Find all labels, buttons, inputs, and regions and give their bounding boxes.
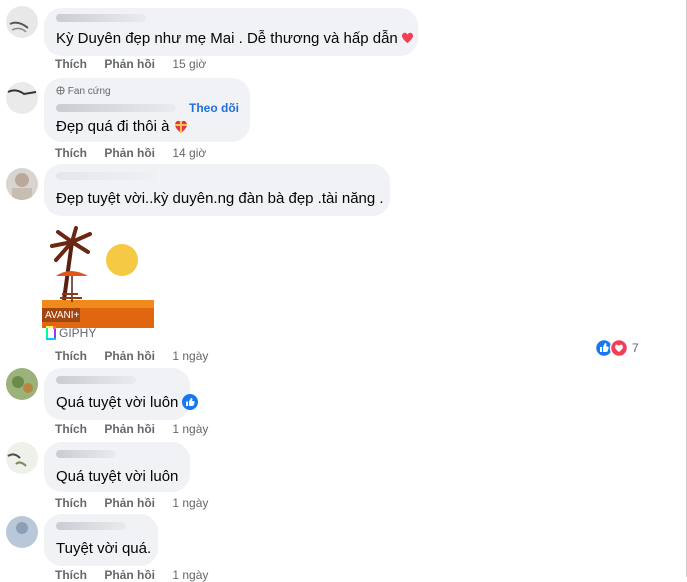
like-button[interactable]: Thích [55,568,87,582]
comment-actions: Thích Phản hồi 1 ngày [55,496,208,510]
author-name-redacted[interactable] [56,172,156,180]
comment-actions: Thích Phản hồi 14 giờ [55,146,206,160]
top-fan-badge: Fan cứng [67,86,111,97]
author-name-redacted[interactable] [56,376,136,384]
reply-button[interactable]: Phản hồi [104,57,155,71]
love-reaction-icon [609,338,629,358]
comment-text: Quá tuyệt vời luôn [56,468,179,485]
giphy-logo-icon [46,326,56,340]
comment-bubble: Fan cứng Theo dõi Đẹp quá đi thôi à [44,78,250,142]
avatar[interactable] [6,516,38,548]
like-button[interactable]: Thích [55,496,87,510]
heart-emoji-icon [401,32,413,44]
author-name-redacted[interactable] [56,450,116,458]
gift-heart-emoji-icon [175,120,188,133]
avatar[interactable] [6,82,38,114]
avatar[interactable] [6,368,38,400]
reply-button[interactable]: Phản hồi [104,146,155,160]
comment-text: Đẹp tuyệt vời..kỳ duyên.ng đàn bà đẹp .t… [56,190,384,207]
comment-bubble: Kỳ Duyên đẹp như mẹ Mai . Dễ thương và h… [44,8,418,56]
author-name-redacted[interactable] [56,522,126,530]
timestamp[interactable]: 1 ngày [172,568,208,582]
like-button[interactable]: Thích [55,57,87,71]
comment-actions: Thích Phản hồi 1 ngày [55,422,208,436]
comment-bubble: Quá tuyệt vời luôn [44,368,199,420]
timestamp[interactable]: 1 ngày [172,496,208,510]
avatar[interactable] [6,6,38,38]
comment-actions: Thích Phản hồi 1 ngày [55,349,208,363]
reply-button[interactable]: Phản hồi [104,496,155,510]
timestamp[interactable]: 15 giờ [172,57,206,71]
avatar[interactable] [6,168,38,200]
comment-text: Kỳ Duyên đẹp như mẹ Mai . Dễ thương và h… [56,30,398,47]
comment-bubble: Tuyệt vời quá. [44,514,158,566]
timestamp[interactable]: 14 giờ [172,146,206,160]
like-button[interactable]: Thích [55,146,87,160]
like-button[interactable]: Thích [55,349,87,363]
timestamp[interactable]: 1 ngày [172,422,208,436]
globe-icon [56,86,65,95]
avatar[interactable] [6,442,38,474]
gif-watermark: AVANI+ [45,310,80,321]
comment-bubble: Quá tuyệt vời luôn [44,442,190,492]
like-emoji-icon [182,394,199,410]
comment-actions: Thích Phản hồi 15 giờ [55,57,206,71]
like-button[interactable]: Thích [55,422,87,436]
gif-attachment[interactable]: AVANI+ [42,224,154,328]
giphy-label: GIPHY [59,326,97,340]
reply-button[interactable]: Phản hồi [104,568,155,582]
author-name-redacted[interactable] [56,104,176,112]
comment-actions: Thích Phản hồi 1 ngày [55,568,208,582]
reaction-count: 7 [632,341,639,355]
comment-text: Đẹp quá đi thôi à [56,118,170,135]
comment-bubble: Đẹp tuyệt vời..kỳ duyên.ng đàn bà đẹp .t… [44,164,390,216]
comment-text: Tuyệt vời quá. [56,540,152,557]
timestamp[interactable]: 1 ngày [172,349,208,363]
reply-button[interactable]: Phản hồi [104,422,155,436]
follow-link[interactable]: Theo dõi [189,101,239,115]
comment-text: Quá tuyệt vời luôn [56,394,179,411]
reply-button[interactable]: Phản hồi [104,349,155,363]
author-name-redacted[interactable] [56,14,146,22]
reaction-summary[interactable]: 7 [594,338,646,358]
